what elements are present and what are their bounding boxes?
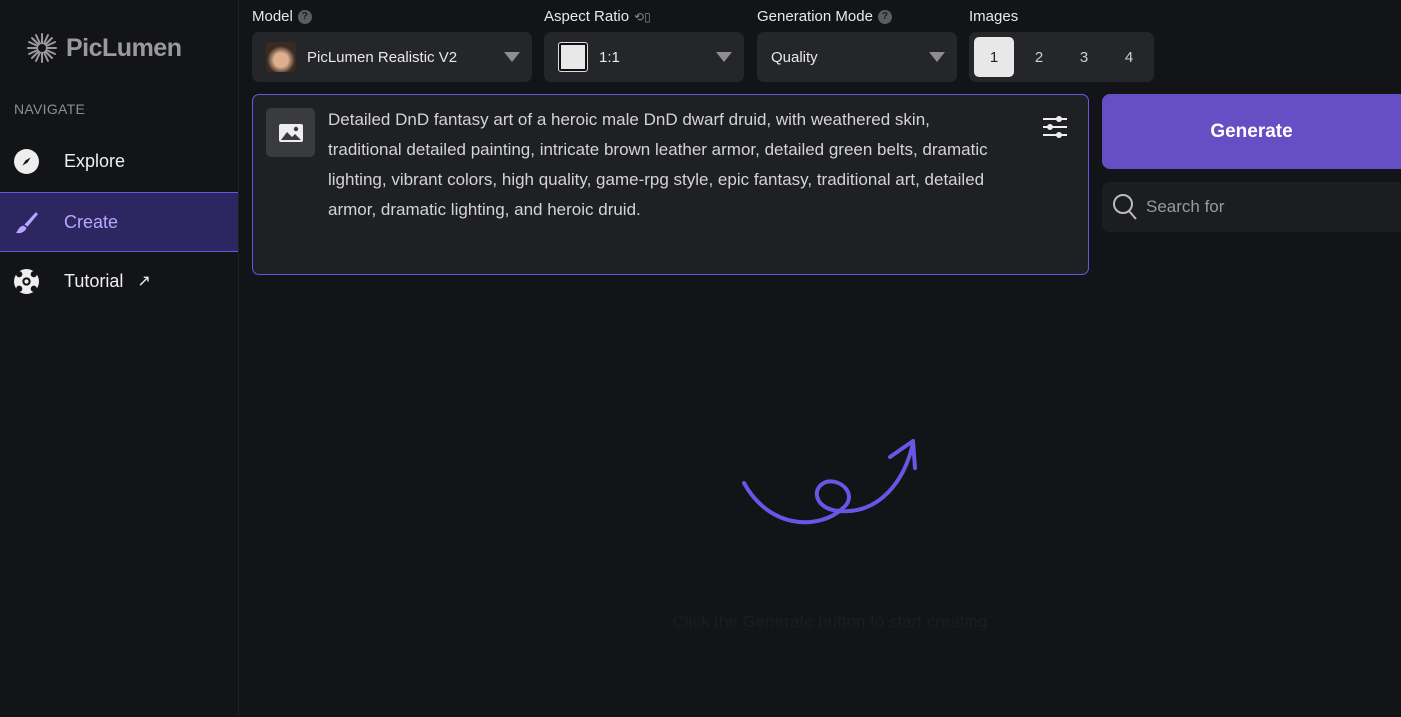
prompt-box[interactable]: Detailed DnD fantasy art of a heroic mal…	[252, 94, 1089, 275]
sidebar: PicLumen NAVIGATE Explore Create Tutoria…	[0, 0, 239, 717]
image-upload-button[interactable]	[266, 108, 315, 157]
rotate-icon[interactable]: ⟲▯	[634, 10, 651, 24]
generation-mode-value: Quality	[771, 48, 818, 66]
logo[interactable]: PicLumen	[24, 30, 182, 66]
sun-logo-icon	[27, 33, 57, 63]
settings-sliders-icon[interactable]	[1042, 115, 1068, 139]
prompt-text[interactable]: Detailed DnD fantasy art of a heroic mal…	[328, 105, 1008, 225]
sidebar-item-create[interactable]: Create	[0, 192, 238, 252]
curly-arrow-illustration	[742, 439, 917, 525]
image-icon	[278, 123, 303, 142]
model-label: Model?	[252, 8, 312, 25]
images-label: Images	[969, 8, 1018, 25]
help-icon[interactable]: ?	[297, 9, 312, 24]
sidebar-item-tutorial[interactable]: Tutorial ↗	[0, 251, 238, 311]
brush-icon	[14, 210, 39, 235]
search-box[interactable]	[1102, 182, 1401, 232]
chevron-down-icon	[504, 52, 520, 62]
model-avatar	[266, 42, 296, 72]
sidebar-item-explore[interactable]: Explore	[0, 131, 238, 191]
aspect-ratio-label-text: Aspect Ratio	[544, 8, 630, 25]
search-icon	[1113, 194, 1137, 220]
lifebuoy-icon	[14, 268, 39, 294]
generation-mode-label-text: Generation Mode	[757, 8, 873, 25]
images-label-text: Images	[969, 8, 1019, 25]
chevron-down-icon	[716, 52, 732, 62]
nav-section-title: NAVIGATE	[14, 101, 86, 117]
model-value: PicLumen Realistic V2	[307, 48, 458, 66]
chevron-down-icon	[929, 52, 945, 62]
compass-icon	[14, 148, 39, 174]
images-option-3[interactable]: 3	[1064, 37, 1104, 77]
empty-state-hint: Click the Generate button to start creat…	[672, 612, 988, 631]
sidebar-item-label: Explore	[64, 150, 126, 171]
sidebar-item-label: Create	[64, 211, 119, 232]
model-label-text: Model	[252, 8, 293, 25]
aspect-ratio-label: Aspect Ratio ⟲▯	[544, 8, 651, 25]
app-name: PicLumen	[66, 33, 182, 62]
help-icon[interactable]: ?	[877, 9, 892, 24]
generate-button[interactable]: Generate	[1102, 94, 1401, 169]
generation-mode-select[interactable]: Quality	[757, 32, 957, 82]
model-select[interactable]: PicLumen Realistic V2	[252, 32, 532, 82]
aspect-ratio-select[interactable]: 1:1	[544, 32, 744, 82]
search-input[interactable]	[1146, 197, 1386, 217]
aspect-ratio-value: 1:1	[599, 48, 620, 66]
images-option-2[interactable]: 2	[1019, 37, 1059, 77]
images-option-4[interactable]: 4	[1109, 37, 1149, 77]
external-link-icon: ↗	[137, 273, 151, 290]
images-option-1[interactable]: 1	[974, 37, 1014, 77]
images-count-selector[interactable]: 1 2 3 4	[969, 32, 1154, 82]
generation-mode-label: Generation Mode?	[757, 8, 892, 25]
sidebar-item-label: Tutorial	[64, 270, 124, 291]
square-ratio-icon	[558, 42, 588, 72]
